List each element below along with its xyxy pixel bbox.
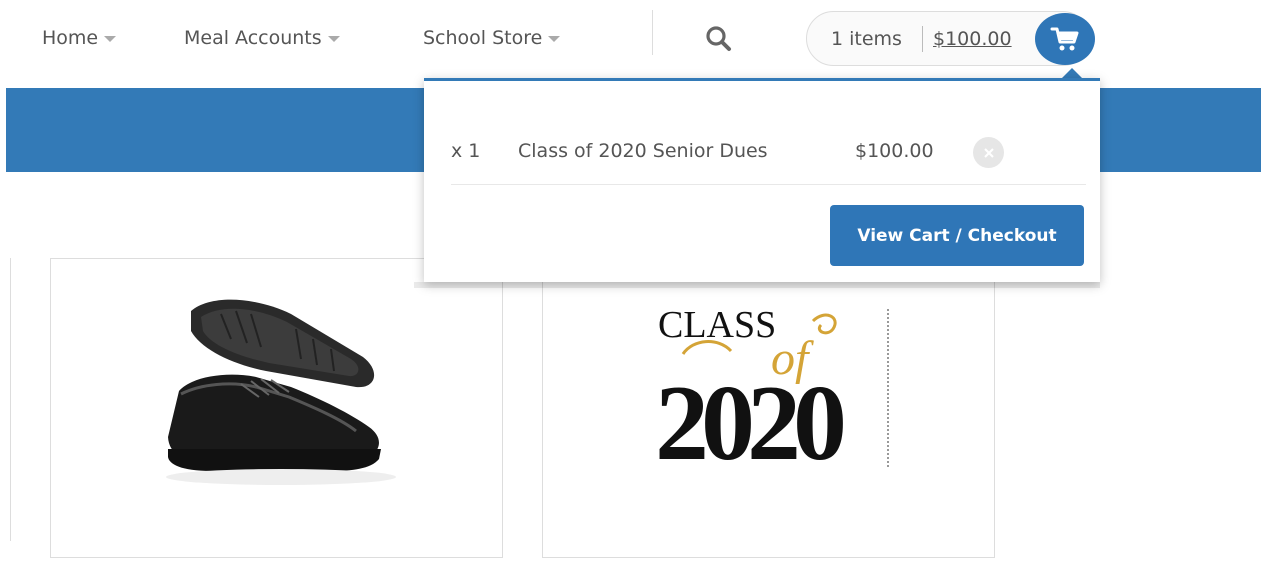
remove-item-button[interactable] (973, 137, 1004, 168)
nav-school-store-label: School Store (423, 27, 543, 49)
view-cart-checkout-button[interactable]: View Cart / Checkout (830, 205, 1084, 266)
graphic-class-text: CLASS (658, 304, 776, 346)
nav-divider (652, 10, 653, 55)
search-icon (706, 26, 731, 51)
class-of-2020-graphic: CLASS of 2020 (655, 304, 889, 483)
product-card[interactable] (50, 258, 503, 558)
nav-meal-accounts[interactable]: Meal Accounts (184, 27, 340, 49)
product-card[interactable]: CLASS of 2020 (542, 258, 995, 558)
black-shoe-image (166, 299, 396, 485)
dropdown-shadow (414, 282, 1100, 288)
cart-total-link[interactable]: $100.00 (933, 28, 1012, 50)
nav-school-store[interactable]: School Store (423, 27, 561, 49)
cart-row-divider (451, 184, 1086, 185)
search-button[interactable] (704, 24, 734, 54)
product-card-edge (10, 258, 11, 541)
chevron-down-icon (548, 36, 561, 42)
shopping-cart-icon (1050, 27, 1079, 51)
dropdown-arrow (1062, 68, 1082, 78)
nav-home-label: Home (42, 27, 99, 49)
chevron-down-icon (104, 36, 117, 42)
close-icon (983, 147, 994, 158)
nav-meal-accounts-label: Meal Accounts (184, 27, 322, 49)
cart-button[interactable] (1035, 13, 1095, 65)
chevron-down-icon (327, 36, 340, 42)
cart-line-price: $100.00 (855, 140, 934, 162)
cart-line-item: x 1 Class of 2020 Senior Dues $100.00 (424, 81, 1100, 191)
cart-summary-divider (922, 26, 923, 52)
cart-line-name[interactable]: Class of 2020 Senior Dues (518, 140, 768, 162)
cart-line-quantity: x 1 (451, 140, 481, 162)
nav-home[interactable]: Home (42, 27, 117, 49)
cart-item-count: 1 items (831, 28, 902, 50)
cart-dropdown: x 1 Class of 2020 Senior Dues $100.00 Vi… (424, 78, 1100, 282)
graphic-year-text: 2020 (655, 364, 843, 483)
